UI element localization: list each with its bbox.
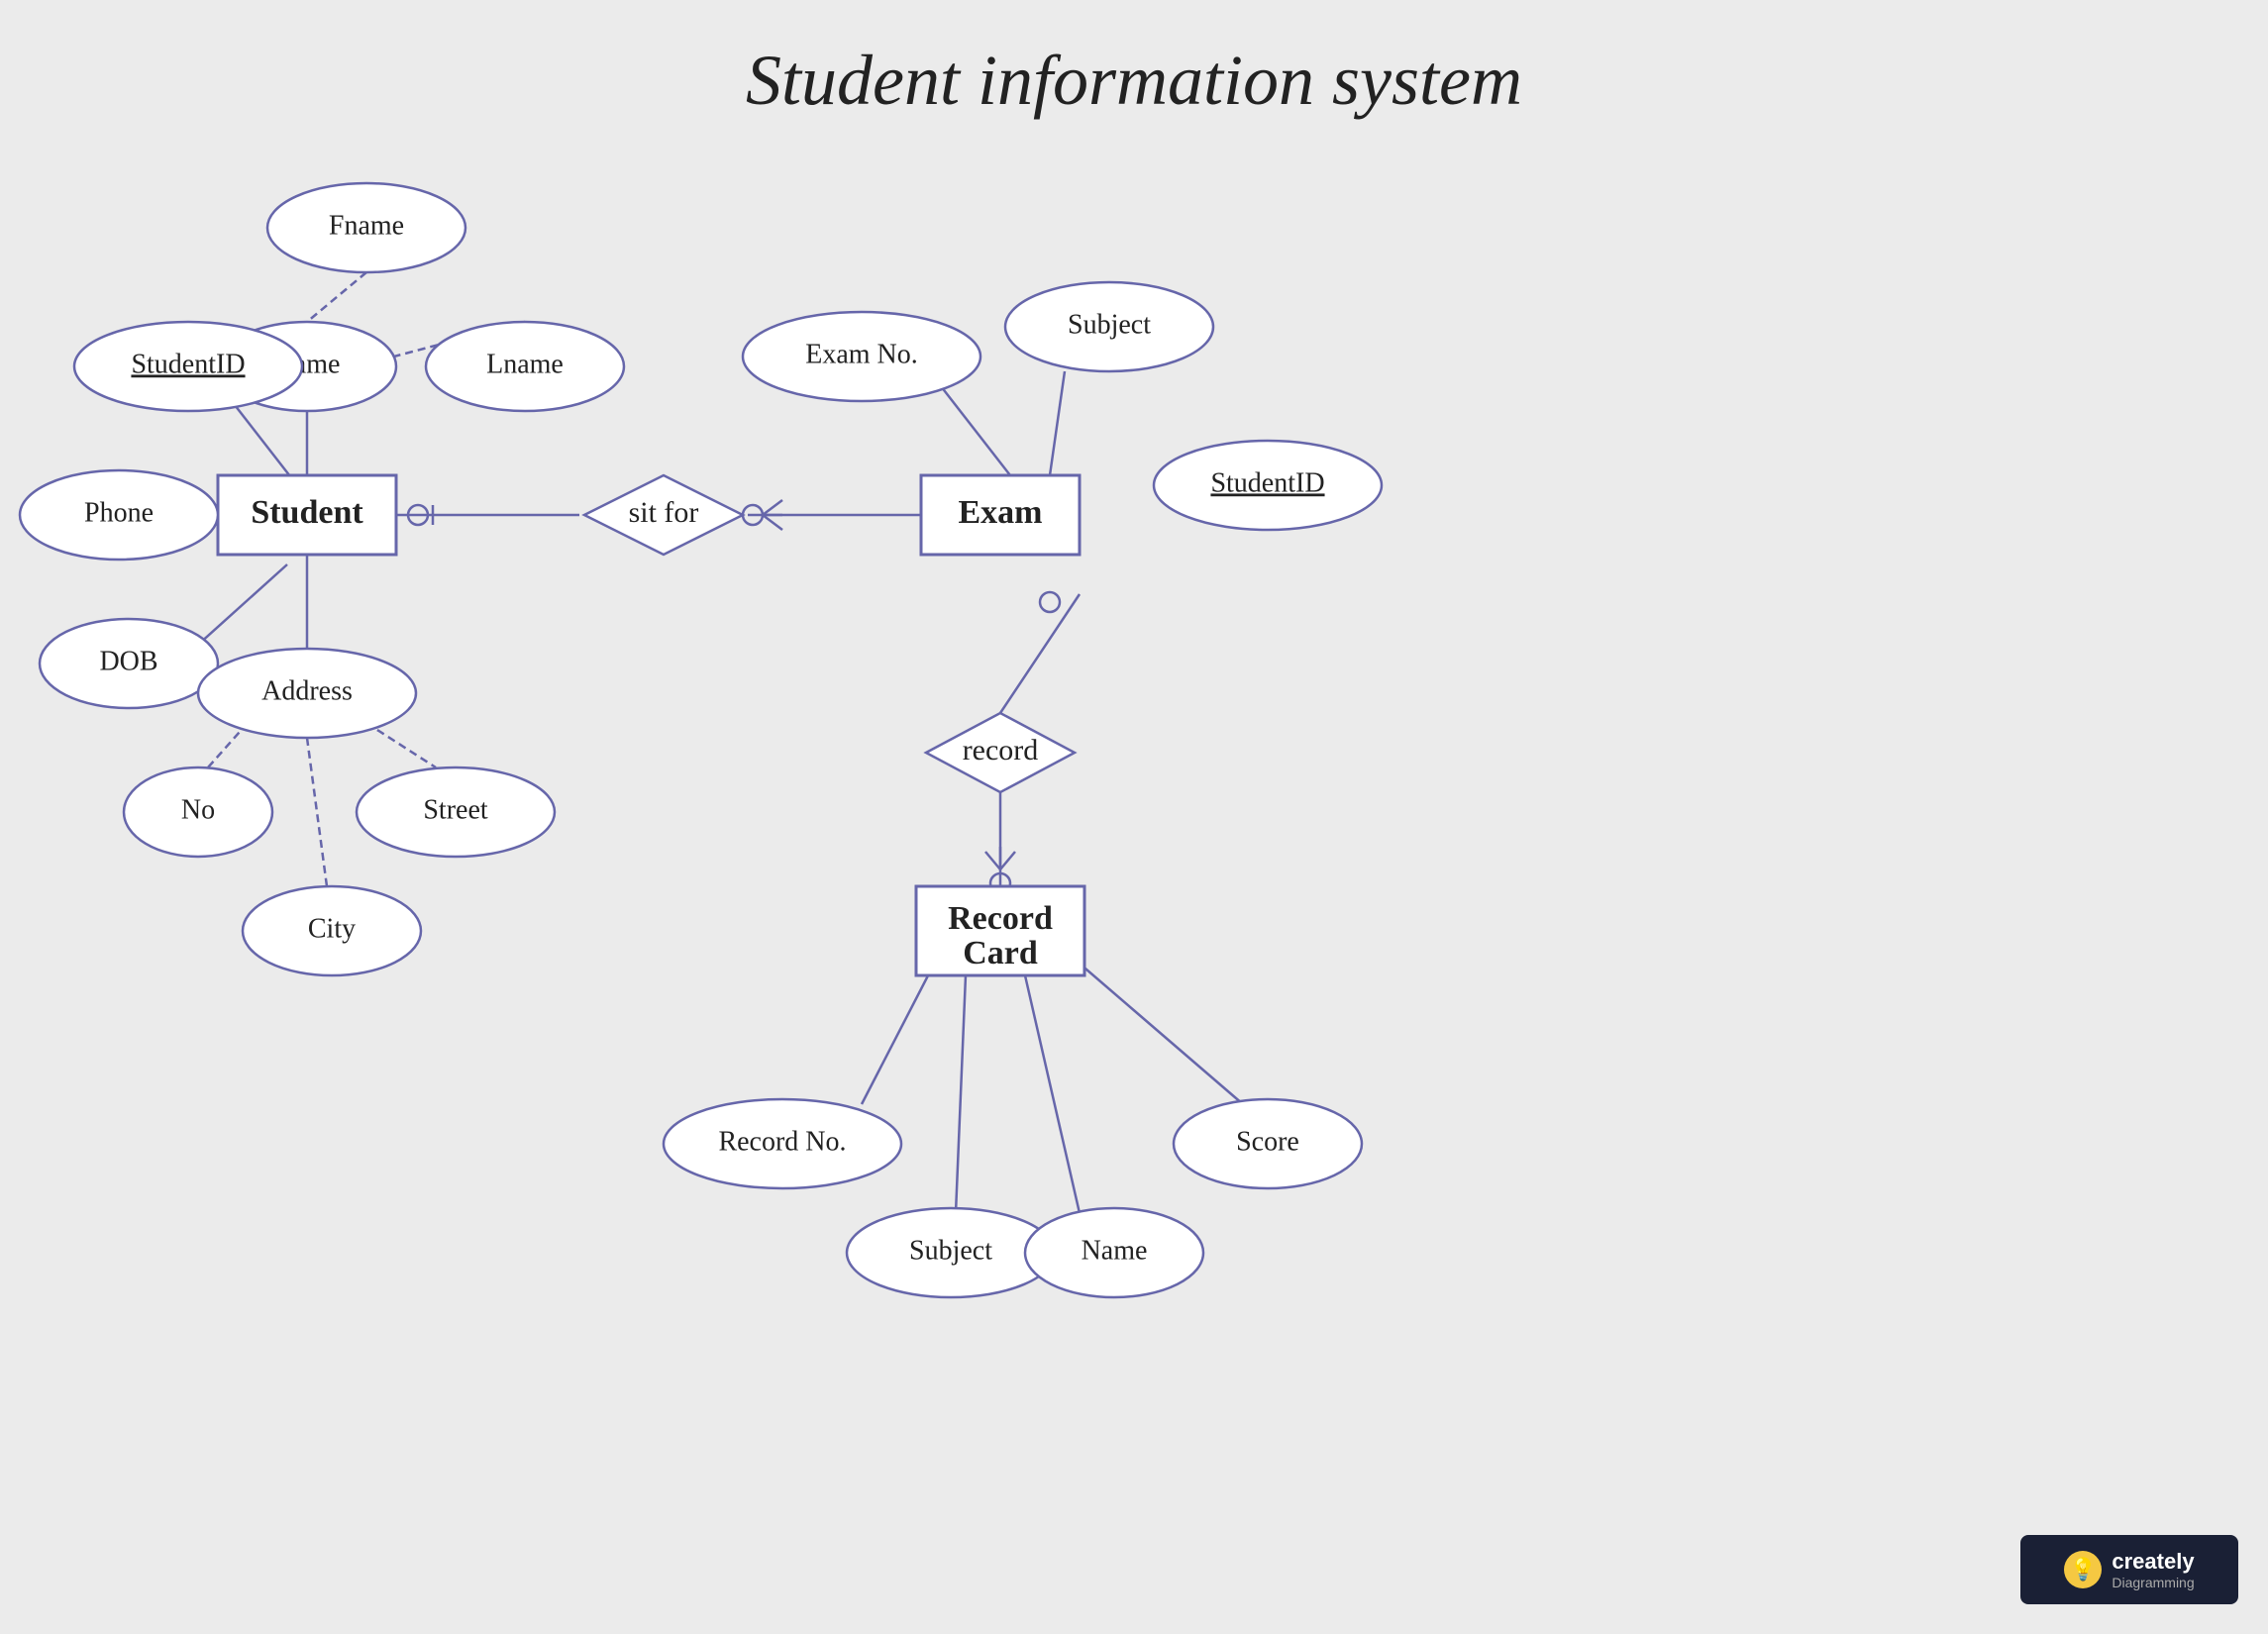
creately-name: creately: [2112, 1549, 2194, 1575]
attr-record-no-label: Record No.: [718, 1126, 846, 1157]
attr-name2-label: Name: [1082, 1235, 1148, 1266]
attr-lname-label: Lname: [486, 349, 564, 379]
entity-exam-label: Exam: [959, 494, 1043, 531]
attr-street-label: Street: [423, 794, 488, 825]
attr-subject1-label: Subject: [1068, 309, 1151, 340]
attr-subject2-label: Subject: [909, 1235, 992, 1266]
creately-sub: Diagramming: [2112, 1575, 2194, 1590]
attr-dob-label: DOB: [99, 646, 157, 676]
rel-record-label: record: [963, 734, 1039, 766]
attr-no-label: No: [181, 794, 215, 825]
attr-address-label: Address: [261, 675, 353, 706]
entity-student-label: Student: [251, 494, 363, 531]
attr-phone-label: Phone: [84, 497, 154, 528]
attr-studentid2-label: StudentID: [1210, 467, 1324, 498]
attr-studentid1-label: StudentID: [131, 349, 245, 379]
creately-badge: 💡 creately Diagramming: [2020, 1535, 2238, 1604]
rel-sit-for-label: sit for: [629, 496, 699, 529]
creately-logo-icon: 💡: [2064, 1551, 2102, 1588]
attr-city-label: City: [308, 913, 356, 944]
entity-record-card-label: Record: [948, 900, 1053, 937]
entity-record-card-label2: Card: [963, 935, 1038, 971]
er-diagram: Student Exam Record Card sit for record …: [0, 0, 2268, 1634]
attr-examno-label: Exam No.: [805, 339, 918, 369]
attr-fname-label: Fname: [329, 210, 404, 241]
attr-score-label: Score: [1236, 1126, 1299, 1157]
